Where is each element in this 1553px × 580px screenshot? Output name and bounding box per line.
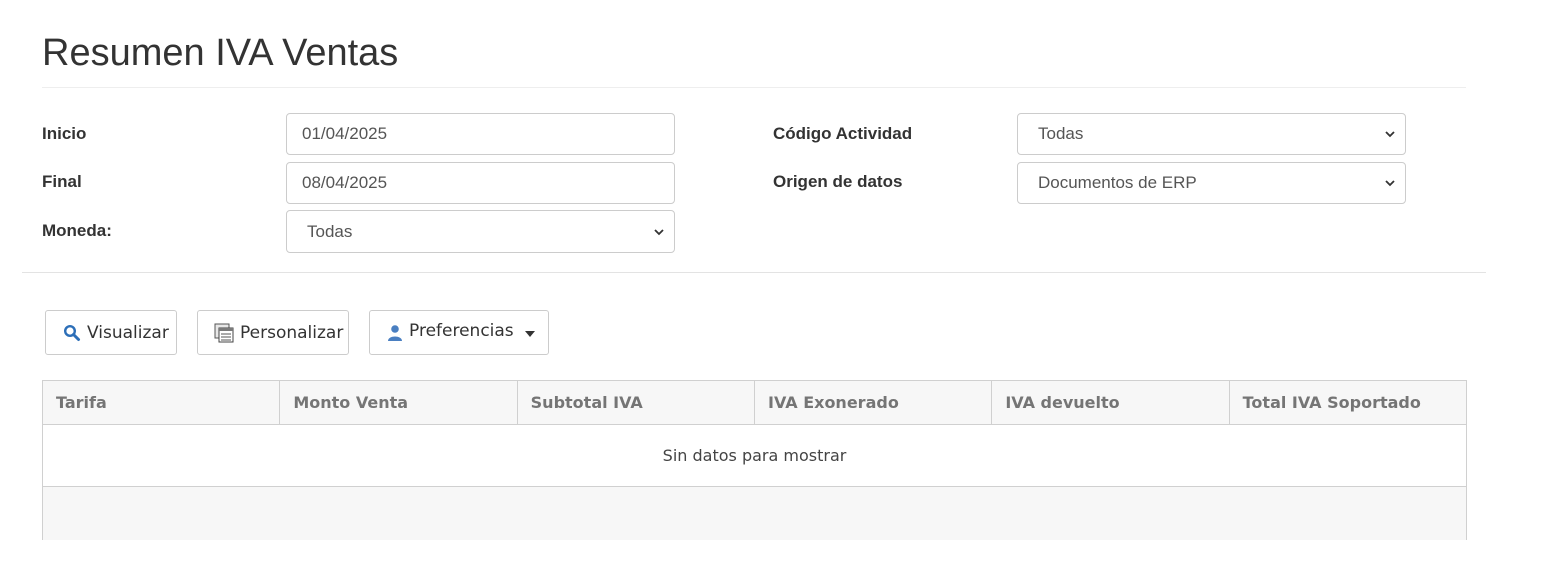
chevron-down-icon <box>1385 131 1395 138</box>
origen-datos-value: Documentos de ERP <box>1038 173 1197 192</box>
title-divider <box>42 87 1466 88</box>
final-label: Final <box>42 172 82 191</box>
preferencias-dropdown-button[interactable]: Preferencias <box>369 310 549 355</box>
chevron-down-icon <box>1385 180 1395 187</box>
inicio-label: Inicio <box>42 124 87 143</box>
section-divider <box>22 272 1486 273</box>
codigo-actividad-label: Código Actividad <box>773 124 913 143</box>
preferencias-label: Preferencias <box>409 320 514 341</box>
moneda-select[interactable]: Todas <box>286 210 675 253</box>
user-icon <box>388 324 402 341</box>
column-header-monto-venta[interactable]: Monto Venta <box>280 381 518 424</box>
final-value: 08/04/2025 <box>302 173 388 192</box>
moneda-label: Moneda: <box>42 221 112 240</box>
column-header-total-iva-soportado[interactable]: Total IVA Soportado <box>1230 381 1466 424</box>
column-header-tarifa[interactable]: Tarifa <box>43 381 281 424</box>
codigo-actividad-select[interactable]: Todas <box>1017 113 1406 155</box>
column-header-subtotal-iva[interactable]: Subtotal IVA <box>518 381 755 424</box>
moneda-value: Todas <box>307 221 353 241</box>
page-title: Resumen IVA Ventas <box>42 32 399 74</box>
chevron-down-icon <box>654 228 664 235</box>
data-grid: Tarifa Monto Venta Subtotal IVA IVA Exon… <box>42 380 1467 540</box>
customize-grid-icon <box>214 323 234 342</box>
column-header-iva-exonerado[interactable]: IVA Exonerado <box>755 381 993 424</box>
personalizar-button[interactable]: Personalizar <box>197 310 349 355</box>
final-date-input[interactable]: 08/04/2025 <box>286 162 675 204</box>
visualizar-button[interactable]: Visualizar <box>45 310 177 355</box>
personalizar-label: Personalizar <box>240 322 344 343</box>
search-icon <box>63 324 80 341</box>
codigo-actividad-value: Todas <box>1038 124 1084 143</box>
column-header-iva-devuelto[interactable]: IVA devuelto <box>992 381 1230 424</box>
grid-header: Tarifa Monto Venta Subtotal IVA IVA Exon… <box>43 381 1466 425</box>
visualizar-label: Visualizar <box>87 322 169 343</box>
origen-datos-select[interactable]: Documentos de ERP <box>1017 162 1406 204</box>
caret-down-icon <box>525 331 535 337</box>
inicio-value: 01/04/2025 <box>302 124 388 143</box>
empty-message: Sin datos para mostrar <box>43 425 1466 487</box>
grid-footer <box>43 487 1466 540</box>
origen-datos-label: Origen de datos <box>773 172 903 191</box>
inicio-date-input[interactable]: 01/04/2025 <box>286 113 675 155</box>
